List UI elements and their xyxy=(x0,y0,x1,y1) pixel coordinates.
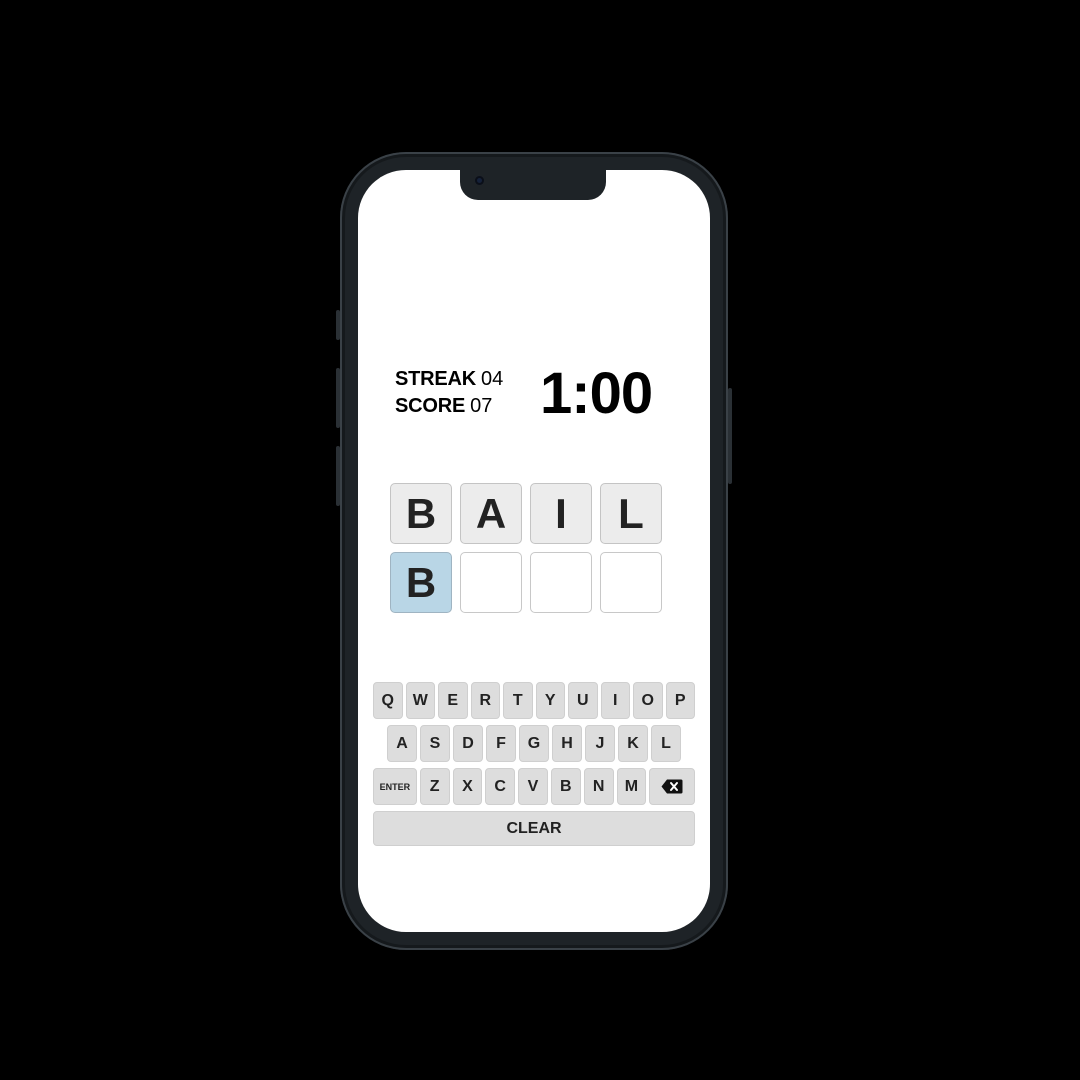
keyboard-row-2: A S D F G H J K L xyxy=(373,725,695,762)
phone-frame: STREAK 04 SCORE 07 1:00 B A I L B Q W E … xyxy=(336,152,732,950)
front-camera-icon xyxy=(475,176,484,185)
clear-button[interactable]: CLEAR xyxy=(373,811,695,846)
countdown-timer: 1:00 xyxy=(540,361,653,426)
notch xyxy=(460,170,606,200)
key-b[interactable]: B xyxy=(550,768,581,805)
stats-panel: STREAK 04 SCORE 07 xyxy=(395,366,503,420)
key-v[interactable]: V xyxy=(518,768,548,805)
volume-down-button xyxy=(336,446,340,506)
guess-tile-active[interactable]: B xyxy=(390,552,452,613)
key-w[interactable]: W xyxy=(405,682,435,719)
key-k[interactable]: K xyxy=(618,725,648,762)
guess-tile[interactable] xyxy=(600,552,662,613)
guess-tile[interactable] xyxy=(460,552,522,613)
key-p[interactable]: P xyxy=(665,682,695,719)
backspace-key[interactable] xyxy=(649,768,695,805)
key-l[interactable]: L xyxy=(651,725,681,762)
key-g[interactable]: G xyxy=(519,725,549,762)
key-f[interactable]: F xyxy=(486,725,516,762)
enter-key[interactable]: ENTER xyxy=(373,768,417,805)
on-screen-keyboard: Q W E R T Y U I O P A S D F G H J K L EN… xyxy=(373,682,695,846)
target-tile: I xyxy=(530,483,592,544)
key-n[interactable]: N xyxy=(583,768,614,805)
streak-value: 04 xyxy=(481,368,504,390)
score-value: 07 xyxy=(470,395,493,417)
power-button xyxy=(728,388,732,484)
key-s[interactable]: S xyxy=(420,725,450,762)
key-m[interactable]: M xyxy=(616,768,647,805)
streak-stat: STREAK 04 xyxy=(395,366,503,393)
key-u[interactable]: U xyxy=(568,682,598,719)
score-label: SCORE xyxy=(395,395,466,417)
key-z[interactable]: Z xyxy=(419,768,450,805)
key-i[interactable]: I xyxy=(600,682,630,719)
key-c[interactable]: C xyxy=(485,768,516,805)
key-h[interactable]: H xyxy=(552,725,582,762)
backspace-icon xyxy=(661,779,683,794)
key-x[interactable]: X xyxy=(452,768,483,805)
key-q[interactable]: Q xyxy=(373,682,403,719)
target-word-row: B A I L xyxy=(390,483,662,544)
key-j[interactable]: J xyxy=(585,725,615,762)
volume-up-button xyxy=(336,368,340,428)
target-tile: B xyxy=(390,483,452,544)
key-e[interactable]: E xyxy=(438,682,468,719)
key-a[interactable]: A xyxy=(387,725,417,762)
score-stat: SCORE 07 xyxy=(395,393,503,420)
guess-row: B xyxy=(390,552,662,613)
key-y[interactable]: Y xyxy=(535,682,565,719)
phone-screen: STREAK 04 SCORE 07 1:00 B A I L B Q W E … xyxy=(358,170,710,932)
streak-label: STREAK xyxy=(395,368,477,390)
key-d[interactable]: D xyxy=(453,725,483,762)
keyboard-row-3: ENTER Z X C V B N M xyxy=(373,768,695,805)
guess-tile[interactable] xyxy=(530,552,592,613)
key-t[interactable]: T xyxy=(503,682,533,719)
word-board: B A I L B xyxy=(390,483,662,621)
mute-switch xyxy=(336,310,340,340)
target-tile: A xyxy=(460,483,522,544)
key-r[interactable]: R xyxy=(470,682,500,719)
key-o[interactable]: O xyxy=(633,682,663,719)
keyboard-row-1: Q W E R T Y U I O P xyxy=(373,682,695,719)
target-tile: L xyxy=(600,483,662,544)
